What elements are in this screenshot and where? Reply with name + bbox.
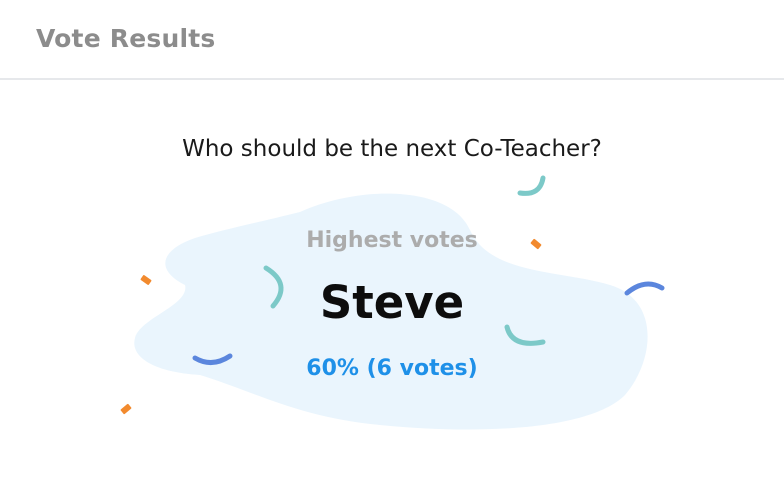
highest-votes-label: Highest votes bbox=[306, 228, 478, 253]
winner-name: Steve bbox=[319, 276, 465, 329]
vote-results-screen: Vote Results Who should be the next Co-T… bbox=[0, 0, 784, 500]
confetti-orange-piece bbox=[120, 403, 132, 415]
confetti-teal-curl bbox=[504, 324, 546, 346]
winner-vote-percentage: 60% (6 votes) bbox=[306, 356, 478, 381]
confetti-teal-curl bbox=[517, 175, 546, 196]
